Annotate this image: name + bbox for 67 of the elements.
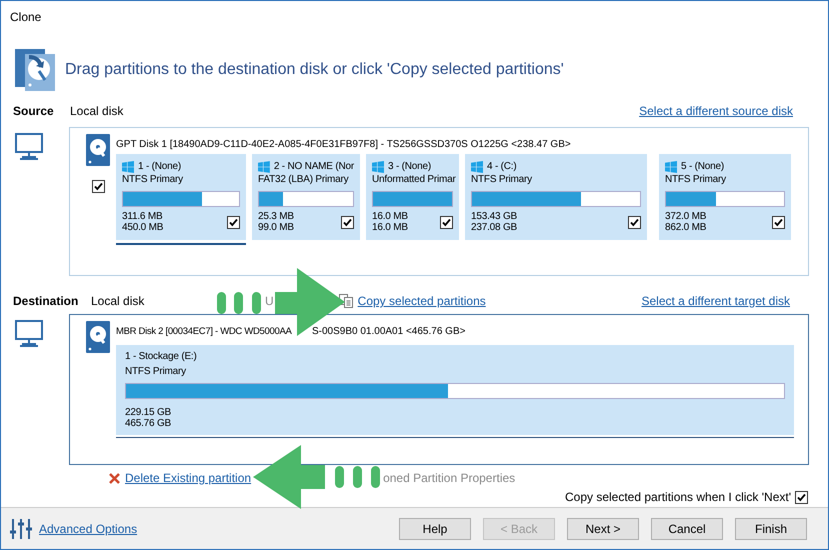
partition-card[interactable]: 4 - (C:) NTFS Primary 153.43 GB 237.08 GB <box>465 154 647 240</box>
checkbox[interactable] <box>341 216 354 228</box>
windows-icon <box>471 160 483 172</box>
disk-clone-icon <box>15 49 55 91</box>
partition-name: 1 - Stockage (E:) <box>125 351 198 362</box>
partition-card[interactable]: 1 - (None) NTFS Primary 311.6 MB 450.0 MB <box>116 154 246 240</box>
dialog-button[interactable]: Next > <box>567 518 639 540</box>
computer-icon <box>15 133 43 161</box>
used-size: 229.15 GB <box>125 407 172 418</box>
dialog-button[interactable]: Help <box>399 518 471 540</box>
checkbox[interactable] <box>772 216 785 228</box>
total-size: 862.0 MB <box>665 222 706 233</box>
file-system-label: FAT32 (LBA) Primary <box>258 174 350 185</box>
used-size: 311.6 MB <box>122 211 164 222</box>
target-disk-link[interactable]: Select a different target disk <box>641 294 790 308</box>
disk-title: GPT Disk 1 [18490AD9-C11D-40E2-A085-4F0E31FB97F8] - TS256GSSD370S O1225G <238.47 GB> <box>116 138 572 152</box>
partition-card[interactable]: 1 - Stockage (E:) NTFS Primary 229.15 GB 465.76 GB <box>116 345 794 435</box>
windows-icon <box>665 160 677 172</box>
file-system-label: NTFS Primary <box>471 174 533 185</box>
partition-name: 3 - (None) <box>388 161 432 172</box>
partition-card[interactable]: 5 - (None) NTFS Primary 372.0 MB 862.0 MB <box>659 154 791 240</box>
instruction-text: Drag partitions to the destination disk or click 'Copy selected partitions' <box>65 61 564 79</box>
source-disk-link[interactable]: Select a different source disk <box>639 104 793 118</box>
total-size: 237.08 GB <box>471 222 518 233</box>
source-label: Source <box>13 104 55 118</box>
partition-name: 5 - (None) <box>681 161 724 172</box>
checkbox[interactable] <box>227 216 240 228</box>
checkbox[interactable] <box>440 216 453 228</box>
total-size: 99.0 MB <box>258 222 294 233</box>
windows-icon <box>258 160 270 172</box>
windows-icon <box>122 160 134 172</box>
partition-card[interactable]: 3 - (None) Unformatted Primar 16.0 MB 16.0 MB <box>366 154 459 240</box>
copy-on-next-label: Copy selected partitions when I click 'Next' <box>564 490 791 504</box>
checkbox[interactable] <box>795 490 808 504</box>
used-size: 372.0 MB <box>665 211 706 222</box>
dialog-button[interactable]: Cancel <box>651 518 723 540</box>
properties-text: oned Partition Properties <box>383 471 516 485</box>
destination-label: Destination <box>13 294 80 308</box>
undo-text: U <box>265 294 274 308</box>
disk-title: S-00S9B0 01.00A01 <465.76 GB> <box>312 326 466 336</box>
total-size: 16.0 MB <box>372 222 408 233</box>
disk-type-label: Local disk <box>91 294 146 308</box>
file-system-label: NTFS Primary <box>125 366 187 377</box>
total-size: 450.0 MB <box>122 222 164 233</box>
copy-partitions-link[interactable]: Copy selected partitions <box>358 294 486 308</box>
file-system-label: NTFS Primary <box>665 174 727 185</box>
file-system-label: NTFS Primary <box>122 174 184 185</box>
checkbox[interactable] <box>92 180 104 193</box>
used-size: 16.0 MB <box>372 211 408 222</box>
computer-icon <box>15 320 43 348</box>
partition-card[interactable]: 2 - NO NAME (Nor FAT32 (LBA) Primary 25.3 MB 99.0 MB <box>252 154 360 240</box>
partition-name: 2 - NO NAME (Nor <box>274 161 354 172</box>
windows-icon <box>372 160 384 172</box>
disk-title: MBR Disk 2 [00034EC7] - WDC WD5000AA <box>116 326 292 336</box>
advanced-options-link[interactable]: Advanced Options <box>39 522 138 536</box>
used-size: 153.43 GB <box>471 211 518 222</box>
sliders-icon <box>9 516 33 540</box>
partition-name: 1 - (None) <box>138 161 182 172</box>
checkbox[interactable] <box>628 216 641 228</box>
partition-name: 4 - (C:) <box>487 161 517 172</box>
delete-partition-link[interactable]: Delete Existing partition <box>125 471 252 485</box>
total-size: 465.76 GB <box>125 418 172 429</box>
delete-icon <box>109 472 120 484</box>
disk-type-label: Local disk <box>70 104 124 118</box>
window-title: Clone <box>9 9 42 26</box>
dialog-button[interactable]: Finish <box>735 518 807 540</box>
used-size: 25.3 MB <box>258 211 294 222</box>
